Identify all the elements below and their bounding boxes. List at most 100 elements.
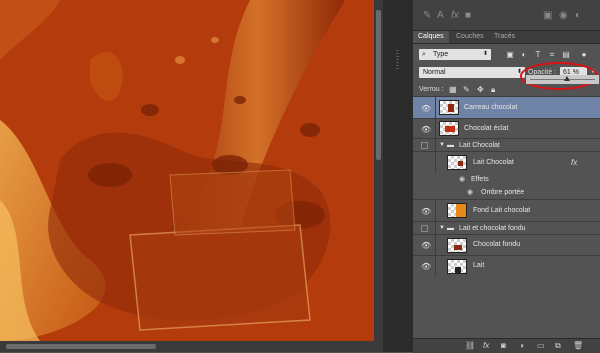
swatch-icon[interactable]: ■	[465, 10, 471, 21]
move-icon[interactable]: ✥	[477, 85, 484, 94]
grip-dots[interactable]	[396, 50, 399, 70]
layer-name: Fond Lait chocolat	[473, 207, 531, 214]
group-name: Lait Chocolat	[459, 142, 500, 149]
fx-icon[interactable]: fx	[451, 10, 459, 21]
layer-name: Chocolat éclat	[464, 125, 509, 132]
divider	[435, 235, 436, 255]
search-icon: ⌕	[422, 51, 426, 58]
new-group-icon[interactable]: ▭	[537, 341, 545, 350]
opacity-slider-popup[interactable]	[526, 75, 599, 84]
blend-mode-value: Normal	[423, 69, 446, 76]
new-layer-icon[interactable]: ⧉	[555, 341, 561, 351]
opacity-slider-track	[530, 79, 595, 80]
folder-icon: ▬	[447, 225, 454, 232]
chocolate-artwork	[0, 0, 374, 341]
chevron-down-icon[interactable]: ▼	[439, 142, 445, 148]
effects-label: Effets	[471, 176, 489, 183]
layer-name: Carreau chocolat	[464, 104, 518, 111]
brush-preset-icon[interactable]: ✎	[423, 10, 431, 21]
divider	[435, 119, 436, 138]
filter-type-select[interactable]: ⌕ Type ⬍	[419, 49, 491, 60]
layer-row[interactable]: Lait Chocolat fx	[413, 151, 600, 173]
effects-row[interactable]: ◉ Effets	[413, 173, 600, 186]
thumbnail-content	[448, 104, 454, 112]
layer-thumbnail	[447, 203, 467, 218]
panel-dock-gutter	[383, 0, 413, 352]
chevron-down-icon[interactable]: ▼	[439, 225, 445, 231]
vertical-scroll-thumb[interactable]	[376, 10, 381, 160]
thumbnail-content	[456, 204, 466, 217]
layer-row[interactable]: 👁︎ Chocolat éclat	[413, 118, 600, 138]
document-canvas[interactable]	[0, 0, 374, 341]
brush-icon[interactable]: ✎	[463, 85, 470, 94]
adjustment-icon[interactable]: ◑	[519, 341, 524, 350]
lock-label: Verrou :	[419, 86, 444, 93]
effect-item-row[interactable]: ◉ Ombre portée	[413, 186, 600, 199]
fx-icon[interactable]: fx	[483, 341, 489, 350]
filter-toggle-icon[interactable]: ●	[579, 50, 589, 60]
layer-row[interactable]: 👁︎ Carreau chocolat	[413, 96, 600, 118]
character-icon[interactable]: A	[437, 10, 444, 21]
filter-shape-icon[interactable]: ⌗	[547, 50, 557, 60]
divider	[435, 152, 436, 173]
layer-name: Lait	[473, 262, 485, 269]
eye-icon[interactable]: 👁︎	[421, 207, 431, 216]
thumbnail-content	[454, 245, 462, 250]
layer-thumbnail	[447, 238, 467, 253]
adjustments-icon[interactable]: ◐	[575, 10, 581, 21]
mask-icon[interactable]: ◙	[501, 341, 506, 350]
visibility-checkbox[interactable]	[421, 225, 428, 232]
trash-icon[interactable]: 🗑︎	[573, 341, 583, 350]
link-icon[interactable]: ⛓︎	[465, 341, 475, 350]
horizontal-scrollbar[interactable]	[0, 341, 383, 352]
opacity-slider-knob[interactable]	[564, 76, 570, 81]
layer-thumbnail	[439, 121, 459, 136]
layer-thumbnail	[439, 100, 459, 115]
divider	[435, 200, 436, 221]
eye-icon[interactable]: 👁︎	[421, 241, 431, 250]
lock-icon[interactable]: 🔒︎	[491, 85, 495, 95]
tab-traces[interactable]: Tracés	[489, 31, 520, 43]
layer-name: Lait Chocolat	[473, 159, 514, 166]
navigator-icon[interactable]: ◉	[559, 10, 568, 21]
layer-row[interactable]: 👁︎ Lait	[413, 255, 600, 276]
effect-name: Ombre portée	[481, 189, 525, 196]
lock-transparency-icon[interactable]: ▦	[449, 85, 457, 94]
group-name: Lait et chocolat fondu	[459, 225, 526, 232]
layer-group-row[interactable]: ▼ ▬ Lait Chocolat	[413, 138, 600, 151]
filter-type-label: Type	[433, 51, 449, 58]
eye-icon[interactable]: 👁︎	[421, 125, 431, 134]
thumbnail-content	[445, 126, 455, 132]
panel-bottom-toolbar: ⛓︎ fx ◙ ◑ ▭ ⧉ 🗑︎	[413, 338, 600, 353]
layer-name: Chocolat fondu	[473, 241, 521, 248]
tab-couches[interactable]: Couches	[451, 31, 489, 43]
tab-calques[interactable]: Calques	[413, 31, 449, 43]
eye-icon[interactable]: ◉	[459, 175, 465, 183]
properties-icon[interactable]: ▣	[543, 10, 552, 21]
visibility-checkbox[interactable]	[421, 142, 428, 149]
vertical-scrollbar[interactable]	[374, 0, 383, 341]
divider	[435, 139, 436, 151]
folder-icon: ▬	[447, 142, 454, 149]
eye-icon[interactable]: 👁︎	[421, 104, 431, 113]
filter-pixel-icon[interactable]: ▣	[505, 50, 515, 60]
blend-mode-select[interactable]: Normal ⬍	[419, 67, 525, 78]
fx-icon[interactable]: fx	[571, 158, 577, 167]
layers-panel: ✎ A fx ■ ▣ ◉ ◐ Calques Couches Tracés ⌕ …	[413, 0, 600, 353]
eye-icon[interactable]: 👁︎	[421, 262, 431, 271]
layer-row[interactable]: 👁︎ Chocolat fondu	[413, 234, 600, 255]
filter-row: ⌕ Type ⬍ ▣ ◐ T ⌗ ▤ ●	[413, 47, 600, 63]
layer-thumbnail	[447, 155, 467, 170]
filter-adjustment-icon[interactable]: ◐	[519, 50, 529, 60]
horizontal-scroll-thumb[interactable]	[6, 344, 156, 349]
thumbnail-content	[455, 267, 461, 273]
panel-top-toolbar: ✎ A fx ■ ▣ ◉ ◐	[413, 0, 600, 31]
panel-tabs: Calques Couches Tracés	[413, 31, 600, 44]
thumbnail-content	[458, 161, 463, 166]
divider	[435, 222, 436, 234]
filter-text-icon[interactable]: T	[533, 50, 543, 60]
eye-icon[interactable]: ◉	[467, 188, 473, 196]
layer-group-row[interactable]: ▼ ▬ Lait et chocolat fondu	[413, 221, 600, 234]
layer-row[interactable]: 👁︎ Fond Lait chocolat	[413, 199, 600, 221]
filter-smart-object-icon[interactable]: ▤	[561, 50, 571, 60]
